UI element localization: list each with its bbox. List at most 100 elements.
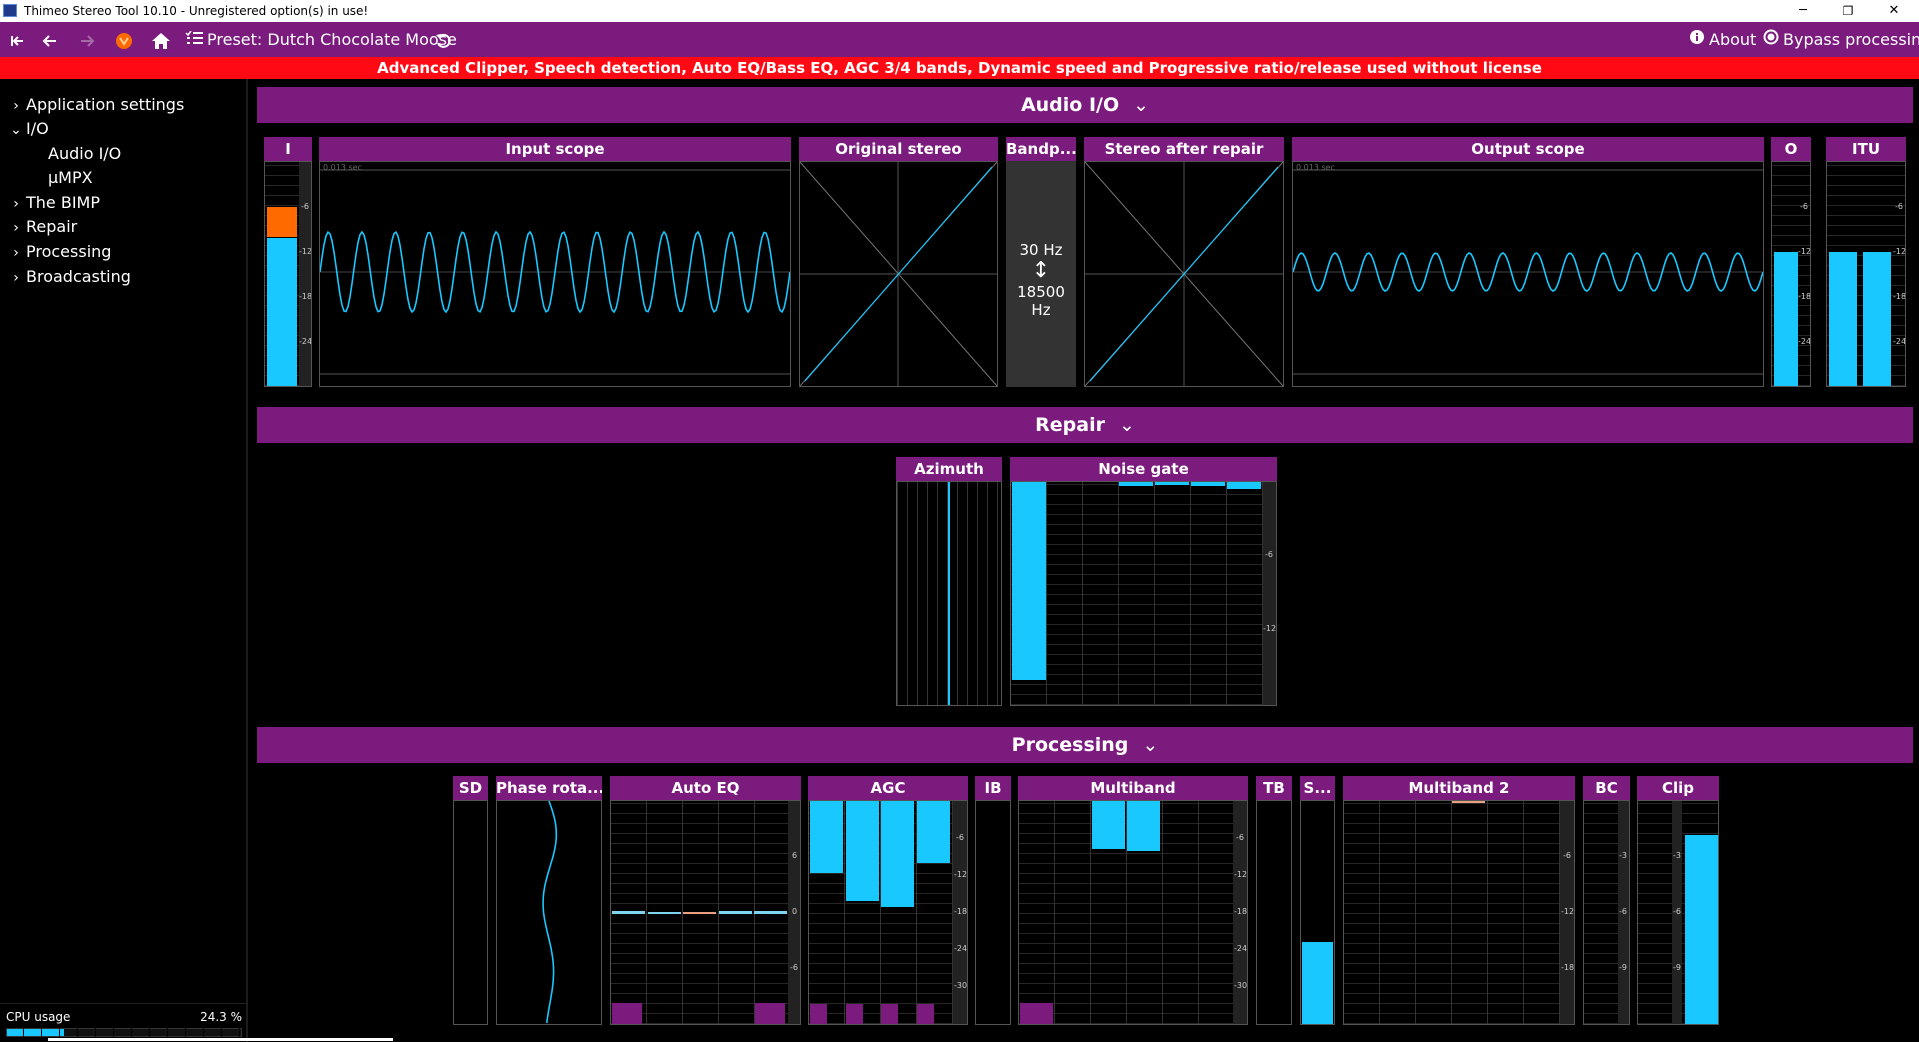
panel-title: O [1771, 137, 1811, 161]
stereo-after-repair-goniometer [1084, 161, 1284, 387]
itu-meter-panel[interactable]: ITU -6 -12 -18 -24 [1826, 137, 1906, 387]
s-panel[interactable]: S... [1300, 776, 1335, 1025]
thimeo-logo-icon[interactable] [113, 22, 135, 57]
panel-title: Stereo after repair [1084, 137, 1284, 161]
bypass-label: Bypass processing [1783, 30, 1919, 49]
bc-meter: -3 -6 -9 [1583, 800, 1630, 1025]
sidebar-item-label: Audio I/O [48, 144, 122, 163]
sidebar-item-processing[interactable]: › Processing [6, 240, 111, 264]
bandpass-high: 18500 Hz [1017, 283, 1065, 319]
azimuth-display [896, 481, 1002, 706]
output-scope-plot: 0.013 sec [1292, 161, 1764, 387]
original-stereo-goniometer [799, 161, 998, 387]
speech-detection-meter [453, 800, 488, 1025]
sidebar-item-audio-io[interactable]: Audio I/O [48, 142, 121, 166]
minimize-button[interactable]: ─ [1781, 0, 1825, 22]
agc-meter: -6 -12 -18 -24 -30 [808, 800, 968, 1025]
ib-panel[interactable]: IB [975, 776, 1011, 1025]
sidebar-item-label: µMPX [48, 168, 93, 187]
panel-title: S... [1300, 776, 1335, 800]
output-level-meter: -6 -12 -18 -24 [1771, 161, 1811, 387]
panel-title: Noise gate [1010, 457, 1277, 481]
panel-title: AGC [808, 776, 968, 800]
panel-title: Original stereo [799, 137, 998, 161]
sd-panel[interactable]: SD [453, 776, 488, 1025]
stereo-after-repair-panel[interactable]: Stereo after repair [1084, 137, 1284, 387]
back-arrow-icon[interactable] [39, 22, 61, 57]
panel-title: IB [975, 776, 1011, 800]
clip-panel[interactable]: Clip -3 -6 -9 [1637, 776, 1719, 1025]
sidebar-item-broadcasting[interactable]: › Broadcasting [6, 265, 131, 289]
multiband-2-meter: -6 -12 -18 [1343, 800, 1575, 1025]
noise-gate-panel[interactable]: Noise gate -6 -12 [1010, 457, 1277, 706]
auto-eq-meter: 6 0 -6 [610, 800, 801, 1025]
chevron-right-icon: › [13, 196, 19, 212]
stereo-tool-window: Thimeo Stereo Tool 10.10 - Unregistered … [0, 0, 1919, 1042]
auto-eq-panel[interactable]: Auto EQ 6 0 -6 [610, 776, 801, 1025]
bc-panel[interactable]: BC -3 -6 -9 [1583, 776, 1630, 1025]
chevron-down-icon: ⌄ [1133, 94, 1150, 116]
home-icon[interactable] [149, 22, 173, 57]
panel-title: Input scope [319, 137, 791, 161]
section-header-audio-io[interactable]: Audio I/O ⌄ [257, 87, 1913, 123]
sidebar-item-io[interactable]: ⌄ I/O [6, 117, 49, 141]
bandpass-panel[interactable]: Bandp... 30 Hz ↕ 18500 Hz [1006, 137, 1076, 387]
panel-title: Clip [1637, 776, 1719, 800]
sidebar-item-the-bimp[interactable]: › The BIMP [6, 191, 100, 215]
sidebar-item-label: The BIMP [26, 193, 100, 212]
sidebar-item-label: Application settings [26, 95, 185, 114]
section-title: Repair [1035, 414, 1105, 436]
section-header-repair[interactable]: Repair ⌄ [257, 407, 1913, 443]
panel-title: Multiband [1018, 776, 1248, 800]
sidebar-item-label: Broadcasting [26, 267, 131, 286]
multiband-panel[interactable]: Multiband -6 -12 -18 -24 -30 [1018, 776, 1248, 1025]
restore-button[interactable]: ❐ [1826, 0, 1870, 22]
s-meter [1300, 800, 1335, 1025]
panel-title: SD [453, 776, 488, 800]
section-title: Processing [1011, 734, 1129, 756]
cpu-usage-value: 24.3 % [200, 1010, 242, 1024]
preset-label: Preset: Dutch Chocolate Moose [207, 30, 457, 49]
output-scope-panel[interactable]: Output scope 0.013 sec [1292, 137, 1764, 387]
chevron-right-icon: › [13, 98, 19, 114]
input-meter-panel[interactable]: I -6 -12 -18 -24 [264, 137, 312, 387]
chevron-down-icon: ⌄ [1118, 414, 1135, 436]
forward-arrow-icon[interactable] [76, 22, 98, 57]
horizontal-scrollbar[interactable] [48, 1038, 393, 1041]
bandpass-range: 30 Hz ↕ 18500 Hz [1006, 161, 1076, 387]
azimuth-panel[interactable]: Azimuth [896, 457, 1002, 706]
close-button[interactable]: ✕ [1872, 0, 1916, 22]
undo-icon[interactable] [432, 22, 454, 57]
bypass-processing-toggle[interactable]: Bypass processing [1763, 22, 1919, 57]
chevron-down-icon: ⌄ [1142, 734, 1159, 756]
multiband-meter: -6 -12 -18 -24 -30 [1018, 800, 1248, 1025]
up-down-arrow-icon: ↕ [1031, 258, 1051, 283]
tb-panel[interactable]: TB [1256, 776, 1292, 1025]
clipper-meter: -3 -6 -9 [1637, 800, 1719, 1025]
about-label: About [1709, 30, 1757, 49]
tb-meter [1256, 800, 1292, 1025]
original-stereo-panel[interactable]: Original stereo [799, 137, 998, 387]
panel-title: Azimuth [896, 457, 1002, 481]
chevron-down-icon: ⌄ [10, 122, 22, 138]
input-scope-panel[interactable]: Input scope 0.013 sec [319, 137, 791, 387]
preset-selector[interactable]: Preset: Dutch Chocolate Moose [185, 22, 457, 57]
sidebar-item-umpx[interactable]: µMPX [48, 166, 93, 190]
panel-title: BC [1583, 776, 1630, 800]
title-bar: Thimeo Stereo Tool 10.10 - Unregistered … [0, 0, 1919, 22]
cpu-usage-label: CPU usage [6, 1010, 71, 1024]
first-page-icon[interactable] [6, 22, 28, 57]
noise-gate-meter: -6 -12 [1010, 481, 1277, 706]
multiband-2-panel[interactable]: Multiband 2 -6 -12 -18 [1343, 776, 1575, 1025]
output-meter-panel[interactable]: O -6 -12 -18 -24 [1771, 137, 1811, 387]
about-button[interactable]: About [1689, 22, 1756, 57]
phase-rotator-panel[interactable]: Phase rota... [496, 776, 602, 1025]
agc-panel[interactable]: AGC -6 -12 -18 -24 -30 [808, 776, 968, 1025]
panel-title: ITU [1826, 137, 1906, 161]
section-header-processing[interactable]: Processing ⌄ [257, 727, 1913, 763]
panel-title: Output scope [1292, 137, 1764, 161]
section-title: Audio I/O [1020, 94, 1120, 116]
chevron-right-icon: › [13, 220, 19, 236]
sidebar-item-repair[interactable]: › Repair [6, 215, 77, 239]
sidebar-item-application-settings[interactable]: › Application settings [6, 93, 184, 117]
